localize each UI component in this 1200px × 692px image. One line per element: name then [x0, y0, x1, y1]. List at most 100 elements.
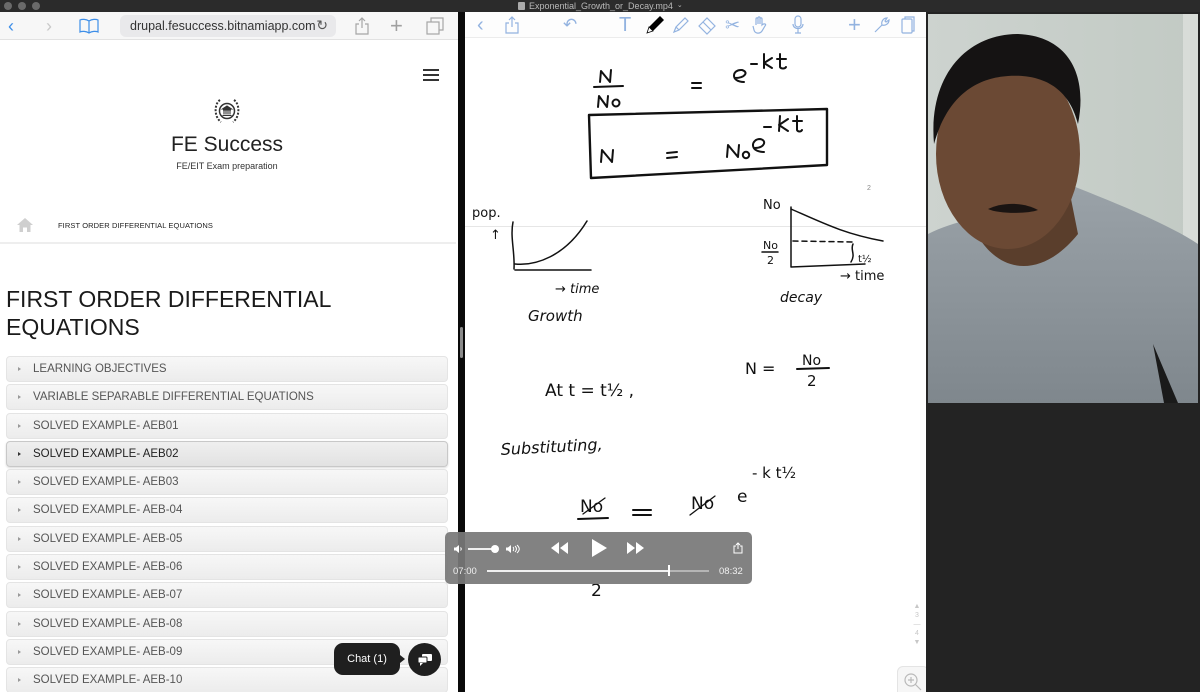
hamburger-icon[interactable] [423, 69, 439, 81]
substituting-text: Substituting, [500, 435, 603, 459]
pager-total: 4 [915, 630, 919, 637]
chevron-right-icon: › [46, 15, 52, 36]
accordion-item[interactable]: SOLVED EXAMPLE- AEB01 [6, 412, 448, 439]
url-text: drupal.fesuccess.bitnamiapp.com [130, 19, 316, 33]
tabs-button[interactable] [426, 15, 444, 37]
pager-current: 3 [915, 612, 919, 619]
book-icon [79, 18, 99, 34]
fast-forward-icon [627, 542, 644, 554]
safari-toolbar: ‹ › drupal.fesuccess.bitnamiapp.com ↻ + [0, 12, 460, 40]
chat-icon [417, 653, 432, 666]
caret-right-icon [18, 649, 21, 654]
pager-separator: — [913, 621, 921, 628]
svg-text:Growth: Growth [528, 307, 583, 325]
caret-right-icon [18, 536, 21, 541]
safari-pane: ‹ › drupal.fesuccess.bitnamiapp.com ↻ + … [0, 12, 460, 692]
volume-low-icon[interactable] [453, 544, 463, 554]
player-share-button[interactable] [733, 542, 743, 554]
svg-text:2: 2 [807, 372, 817, 390]
svg-text:N =: N = [745, 359, 775, 378]
accordion-list: LEARNING OBJECTIVES VARIABLE SEPARABLE DI… [6, 356, 448, 692]
page-pager[interactable]: ▲ 3 — 4 ▼ [911, 602, 923, 647]
site-title[interactable]: FE Success [0, 133, 454, 157]
accordion-item-label: SOLVED EXAMPLE- AEB-04 [33, 504, 183, 517]
accordion-item-label: SOLVED EXAMPLE- AEB01 [33, 419, 179, 432]
tabs-icon [426, 17, 444, 35]
svg-text:e: e [737, 487, 747, 507]
minimize-window-button[interactable] [18, 2, 26, 10]
accordion-item[interactable]: SOLVED EXAMPLE- AEB03 [6, 469, 448, 496]
split-view-handle[interactable] [460, 327, 463, 358]
chevron-down-icon: ⌄ [676, 2, 683, 9]
new-tab-button[interactable]: + [390, 13, 403, 38]
chat-label-text: Chat (1) [347, 653, 387, 665]
rewind-button[interactable] [549, 541, 569, 555]
accordion-item-label: SOLVED EXAMPLE- AEB-10 [33, 674, 183, 687]
accordion-item-label: VARIABLE SEPARABLE DIFFERENTIAL EQUATION… [33, 391, 314, 404]
zoom-window-button[interactable] [32, 2, 40, 10]
duration: 08:32 [719, 566, 743, 577]
svg-text:At t = t½ ,: At t = t½ , [545, 381, 634, 401]
accordion-item[interactable]: SOLVED EXAMPLE- AEB02 [6, 440, 448, 467]
logo-icon [214, 99, 240, 123]
caret-right-icon [18, 565, 21, 570]
equation-boxed [587, 107, 829, 180]
half-life-condition: At t = t½ , N = No 2 [545, 353, 830, 401]
share-icon [733, 542, 743, 554]
share-button[interactable] [354, 15, 370, 37]
accordion-item[interactable]: LEARNING OBJECTIVES [6, 356, 448, 382]
svg-text:pop.: pop. [472, 206, 501, 221]
equation-ratio [593, 53, 787, 108]
caret-right-icon [18, 508, 21, 513]
svg-text:No: No [763, 239, 778, 252]
reload-icon[interactable]: ↻ [316, 17, 328, 34]
forward-button[interactable]: › [46, 15, 52, 37]
svg-text:→ time: → time [555, 282, 599, 297]
caret-right-icon [18, 593, 21, 598]
accordion-item[interactable]: SOLVED EXAMPLE- AEB-04 [6, 497, 448, 524]
chat-label[interactable]: Chat (1) [334, 643, 405, 675]
progress-fill [487, 570, 670, 572]
play-icon [592, 539, 607, 557]
bookmarks-button[interactable] [78, 15, 100, 37]
zoom-button[interactable] [897, 666, 926, 692]
plus-icon: + [390, 13, 403, 38]
progress-scrubber[interactable] [668, 565, 671, 576]
accordion-item[interactable]: SOLVED EXAMPLE- AEB-07 [6, 582, 448, 609]
document-icon [518, 2, 525, 10]
home-icon[interactable] [16, 217, 34, 233]
page-up-icon[interactable]: ▲ [911, 602, 923, 611]
video-title[interactable]: Exponential_Growth_or_Decay.mp4 ⌄ [518, 0, 683, 12]
page-title: FIRST ORDER DIFFERENTIAL EQUATIONS [6, 286, 331, 340]
accordion-item[interactable]: SOLVED EXAMPLE- AEB-06 [6, 554, 448, 581]
accordion-item[interactable]: SOLVED EXAMPLE- AEB-08 [6, 610, 448, 637]
breadcrumb-current: FIRST ORDER DIFFERENTIAL EQUATIONS [58, 221, 213, 230]
accordion-item-label: SOLVED EXAMPLE- AEB-06 [33, 561, 183, 574]
presenter-video-frame [928, 14, 1198, 403]
svg-text:No: No [763, 198, 781, 213]
svg-text:↑: ↑ [490, 228, 501, 243]
rewind-icon [551, 542, 568, 554]
volume-slider-knob[interactable] [491, 545, 499, 553]
caret-right-icon [18, 621, 21, 626]
window-titlebar: Exponential_Growth_or_Decay.mp4 ⌄ [0, 0, 1200, 12]
accordion-item-label: SOLVED EXAMPLE- AEB02 [33, 447, 179, 460]
back-button[interactable]: ‹ [8, 15, 14, 37]
accordion-item-label: SOLVED EXAMPLE- AEB03 [33, 476, 179, 489]
webcam-video [928, 14, 1198, 403]
caret-right-icon [18, 367, 21, 371]
svg-text:→ time: → time [840, 269, 884, 284]
fast-forward-button[interactable] [626, 541, 646, 555]
volume-high-icon[interactable] [505, 544, 521, 554]
site-subtitle: FE/EIT Exam preparation [176, 161, 278, 171]
progress-bar[interactable] [487, 565, 709, 576]
accordion-item[interactable]: VARIABLE SEPARABLE DIFFERENTIAL EQUATION… [6, 384, 448, 411]
close-window-button[interactable] [4, 2, 12, 10]
accordion-item[interactable]: SOLVED EXAMPLE- AEB-05 [6, 525, 448, 552]
page-down-icon[interactable]: ▼ [911, 638, 923, 647]
chat-button[interactable] [408, 643, 441, 676]
chevron-left-icon: ‹ [8, 15, 14, 36]
url-bar[interactable]: drupal.fesuccess.bitnamiapp.com ↻ [120, 15, 336, 37]
zoom-in-icon [904, 673, 922, 691]
play-button[interactable] [590, 538, 608, 558]
